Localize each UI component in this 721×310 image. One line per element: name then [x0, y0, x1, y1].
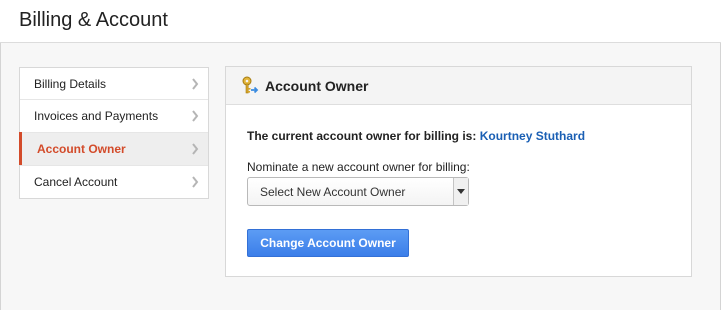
chevron-right-icon [192, 110, 199, 122]
billing-sidebar: Billing Details Invoices and Payments Ac… [19, 67, 209, 199]
key-icon [242, 76, 259, 94]
sidebar-item-label: Billing Details [34, 77, 107, 91]
window-edge-left [0, 0, 1, 310]
sidebar-item-label: Account Owner [37, 142, 126, 156]
new-owner-select-value: Select New Account Owner [260, 185, 406, 199]
sidebar-item-billing-details[interactable]: Billing Details [20, 68, 208, 99]
current-owner-label: The current account owner for billing is… [247, 129, 477, 143]
dropdown-arrow-icon[interactable] [453, 178, 468, 205]
current-owner-name: Kourtney Stuthard [479, 129, 586, 143]
nominate-owner-label: Nominate a new account owner for billing… [247, 160, 470, 174]
chevron-right-icon [192, 176, 199, 188]
sidebar-item-account-owner[interactable]: Account Owner [19, 132, 208, 165]
chevron-right-icon [192, 143, 199, 155]
chevron-right-icon [192, 78, 199, 90]
account-owner-panel: Account Owner The current account owner … [225, 66, 692, 277]
sidebar-item-label: Cancel Account [34, 175, 118, 189]
new-owner-select[interactable]: Select New Account Owner [247, 177, 469, 206]
current-owner-text: The current account owner for billing is… [247, 129, 585, 143]
page-header: Billing & Account [0, 0, 721, 43]
panel-title: Account Owner [265, 78, 369, 94]
change-account-owner-button[interactable]: Change Account Owner [247, 229, 409, 257]
panel-header: Account Owner [226, 67, 691, 105]
page-title: Billing & Account [19, 9, 168, 31]
sidebar-item-cancel-account[interactable]: Cancel Account [20, 165, 208, 198]
sidebar-item-invoices-and-payments[interactable]: Invoices and Payments [20, 99, 208, 132]
sidebar-item-label: Invoices and Payments [34, 109, 159, 123]
